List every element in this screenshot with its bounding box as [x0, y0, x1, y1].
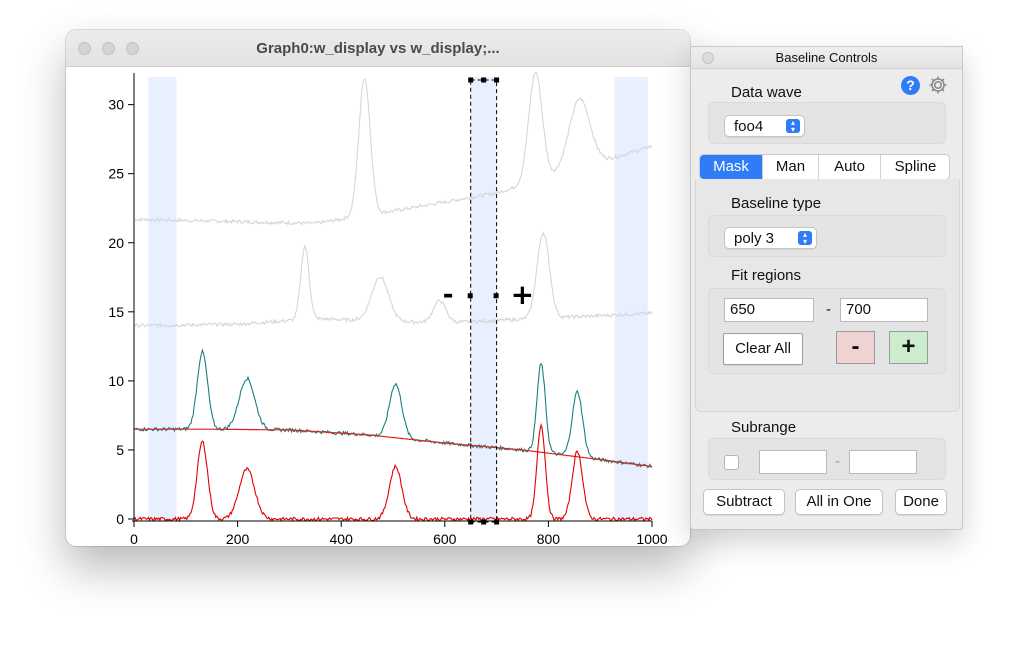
- y-tick-label-5: 25: [108, 166, 124, 182]
- region-plus-marker: +: [511, 278, 534, 311]
- subrange-to-input[interactable]: [849, 450, 917, 474]
- fit-to-input[interactable]: 700: [840, 298, 928, 322]
- x-tick-label-3: 600: [433, 531, 457, 546]
- data-wave-value: foo4: [734, 118, 764, 135]
- graph-title: Graph0:w_display vs w_display;...: [256, 40, 500, 57]
- graph-window: Graph0:w_display vs w_display;... 0 5 10 15…: [66, 30, 690, 546]
- gear-icon[interactable]: [927, 74, 949, 96]
- fit-separator: -: [826, 301, 831, 318]
- series-line-1: [133, 231, 653, 329]
- selection-handle-0: [468, 77, 474, 83]
- subrange-separator: -: [835, 453, 840, 470]
- fit-from-input[interactable]: 650: [724, 298, 814, 322]
- x-tick-label-2: 400: [330, 531, 354, 546]
- y-tick-label-0: 0: [116, 511, 124, 527]
- selection-handle-4: [481, 519, 487, 525]
- selection-handle-2: [494, 77, 500, 83]
- all-in-one-button[interactable]: All in One: [795, 489, 883, 515]
- tab-spline[interactable]: Spline: [881, 155, 949, 179]
- y-tick-label-1: 5: [116, 442, 124, 458]
- selected-fit-region: [470, 77, 497, 521]
- shaded-regions: [148, 77, 648, 521]
- subrange-checkbox[interactable]: [724, 455, 739, 470]
- baseline-type-label: Baseline type: [731, 195, 822, 212]
- selection-handle-1: [481, 77, 487, 83]
- x-tick-label-4: 800: [537, 531, 561, 546]
- y-tick-label-4: 20: [108, 235, 124, 251]
- plot-area[interactable]: 0 5 10 15 20 25 30 0 200 400 600 800 1000 - +: [66, 67, 690, 546]
- series-line-4: [133, 422, 653, 523]
- done-button[interactable]: Done: [895, 489, 947, 515]
- tab-auto[interactable]: Auto: [819, 155, 881, 179]
- series-line-2: [133, 348, 653, 469]
- data-wave-label: Data wave: [731, 84, 802, 101]
- data-wave-select[interactable]: foo4 ▴ ▾: [724, 115, 805, 137]
- help-icon[interactable]: ?: [901, 76, 920, 95]
- baseline-type-value: poly 3: [734, 230, 775, 247]
- clear-all-button[interactable]: Clear All: [723, 333, 803, 365]
- add-region-button[interactable]: +: [889, 331, 928, 364]
- y-tick-label-3: 15: [108, 304, 124, 320]
- mask-region-0: [148, 77, 177, 521]
- chevron-updown-icon: ▴ ▾: [798, 231, 812, 246]
- fit-regions-label: Fit regions: [731, 267, 802, 284]
- series-line-0: [133, 70, 653, 226]
- graph-titlebar[interactable]: Graph0:w_display vs w_display;...: [66, 30, 690, 67]
- subrange-from-input[interactable]: [759, 450, 827, 474]
- subtract-button[interactable]: Subtract: [703, 489, 785, 515]
- panel-title: Baseline Controls: [775, 50, 878, 65]
- y-tick-label-6: 30: [108, 97, 124, 113]
- panel-titlebar[interactable]: Baseline Controls: [691, 47, 962, 69]
- tab-man[interactable]: Man: [763, 155, 819, 179]
- tab-bar: Mask Man Auto Spline: [699, 154, 950, 180]
- selection-handle-mid-right: [493, 293, 499, 299]
- remove-region-button[interactable]: -: [836, 331, 875, 364]
- region-minus-marker: -: [443, 280, 454, 310]
- x-tick-label-0: 0: [130, 531, 138, 546]
- chevron-updown-icon: ▴ ▾: [786, 119, 800, 134]
- selection-handle-3: [468, 519, 474, 525]
- mask-region-1: [614, 77, 648, 521]
- series-group: [133, 70, 653, 523]
- baseline-type-select[interactable]: poly 3 ▴ ▾: [724, 227, 817, 249]
- x-tick-label-1: 200: [226, 531, 250, 546]
- x-tick-label-5: 1000: [636, 531, 667, 546]
- y-tick-label-2: 10: [108, 373, 124, 389]
- selection-handle-5: [494, 519, 500, 525]
- tab-mask[interactable]: Mask: [700, 155, 763, 179]
- selection-handle-mid-left: [467, 293, 473, 299]
- baseline-controls-panel: Baseline Controls ? Data wave foo4 ▴ ▾ Ma…: [690, 46, 963, 530]
- axes: 0 5 10 15 20 25 30 0 200 400 600 800 1000: [108, 73, 668, 546]
- subrange-label: Subrange: [731, 419, 797, 436]
